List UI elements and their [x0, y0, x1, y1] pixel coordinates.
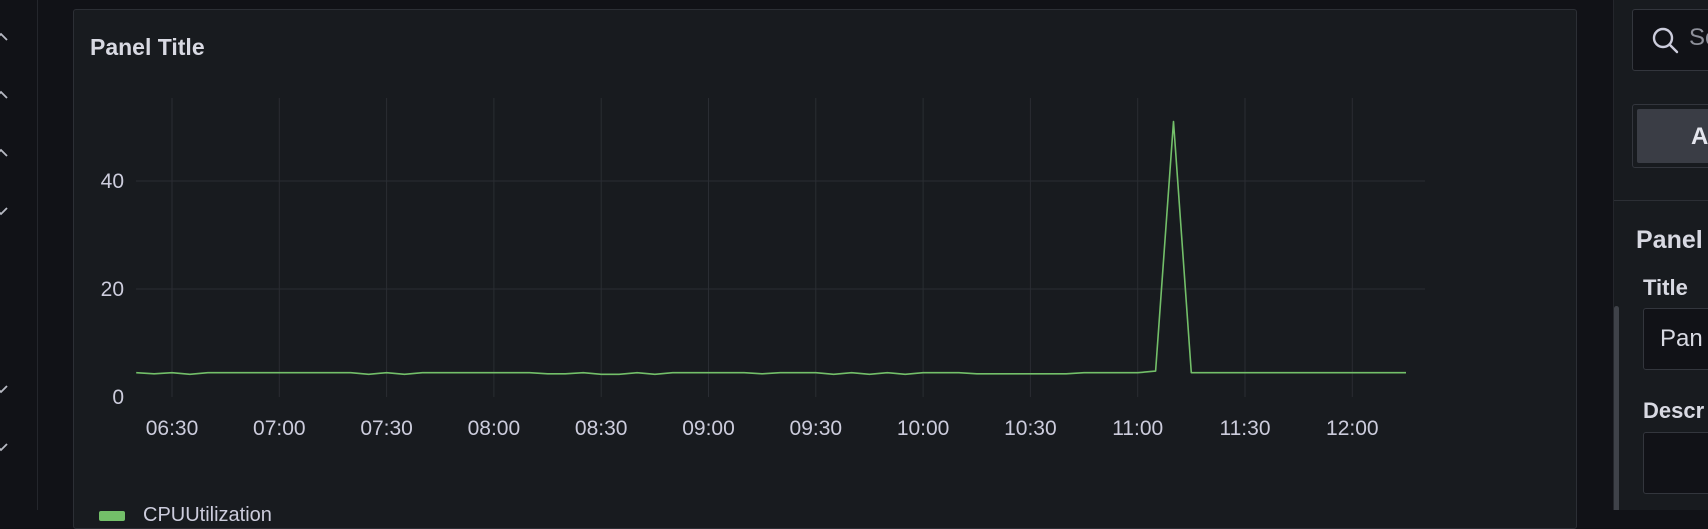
x-tick-label: 08:00	[468, 417, 521, 440]
x-tick-label: 11:00	[1112, 417, 1163, 440]
x-tick-label: 11:30	[1220, 417, 1271, 440]
scrollbar[interactable]	[1614, 306, 1619, 510]
left-strip	[0, 0, 38, 510]
x-tick-label: 08:30	[575, 417, 628, 440]
options-tab-group: A	[1632, 104, 1708, 168]
divider	[1614, 200, 1708, 201]
options-pane: Se A Panel Title Pan Descr	[1613, 0, 1708, 510]
description-label: Descr	[1643, 398, 1705, 423]
chevron-down-icon[interactable]	[0, 204, 8, 218]
x-tick-label: 09:00	[682, 417, 735, 440]
x-tick-label: 10:00	[897, 417, 950, 440]
y-axis: 0 20 40	[101, 170, 124, 409]
cpu-chart: 0 20 40 06:30 07:00 07:30 08:00 08:30 09:00 09:3…	[101, 98, 1425, 440]
tab-all[interactable]: A	[1637, 109, 1708, 163]
search-placeholder: Se	[1689, 24, 1708, 51]
chart-legend[interactable]: CPUUtilization	[99, 504, 272, 527]
search-icon	[1652, 27, 1679, 54]
x-tick-label: 06:30	[146, 417, 199, 440]
title-field[interactable]: Pan	[1643, 308, 1708, 370]
time-series-panel[interactable]: Panel Title 0 20 40 06:30 07:00 07:30 08:00 08…	[73, 9, 1577, 529]
y-tick-label: 40	[101, 170, 124, 193]
y-tick-label: 0	[112, 386, 124, 409]
x-tick-label: 07:00	[253, 417, 306, 440]
x-tick-label: 12:00	[1326, 417, 1379, 440]
x-axis: 06:30 07:00 07:30 08:00 08:30 09:00 09:30 10:00…	[146, 417, 1379, 440]
chevron-down-icon[interactable]	[0, 30, 8, 44]
chevron-down-icon[interactable]	[0, 382, 8, 396]
y-tick-label: 20	[101, 278, 124, 301]
chevron-down-icon[interactable]	[0, 88, 8, 102]
title-label: Title	[1643, 275, 1688, 300]
series-layer	[136, 120, 1406, 376]
x-tick-label: 09:30	[790, 417, 843, 440]
section-heading-panel-options[interactable]: Panel	[1636, 226, 1703, 255]
series-line-cpuutilization[interactable]	[136, 120, 1406, 376]
x-tick-label: 07:30	[360, 417, 413, 440]
x-tick-label: 10:30	[1004, 417, 1057, 440]
search-input[interactable]: Se	[1632, 9, 1708, 71]
chevron-down-icon[interactable]	[0, 440, 8, 454]
legend-label[interactable]: CPUUtilization	[143, 504, 272, 527]
description-field[interactable]	[1643, 432, 1708, 494]
panel-area: Panel Title 0 20 40 06:30 07:00 07:30 08:00 08…	[38, 0, 1613, 529]
chevron-down-icon[interactable]	[0, 146, 8, 160]
legend-swatch	[99, 510, 125, 521]
chart-grid	[136, 98, 1425, 397]
